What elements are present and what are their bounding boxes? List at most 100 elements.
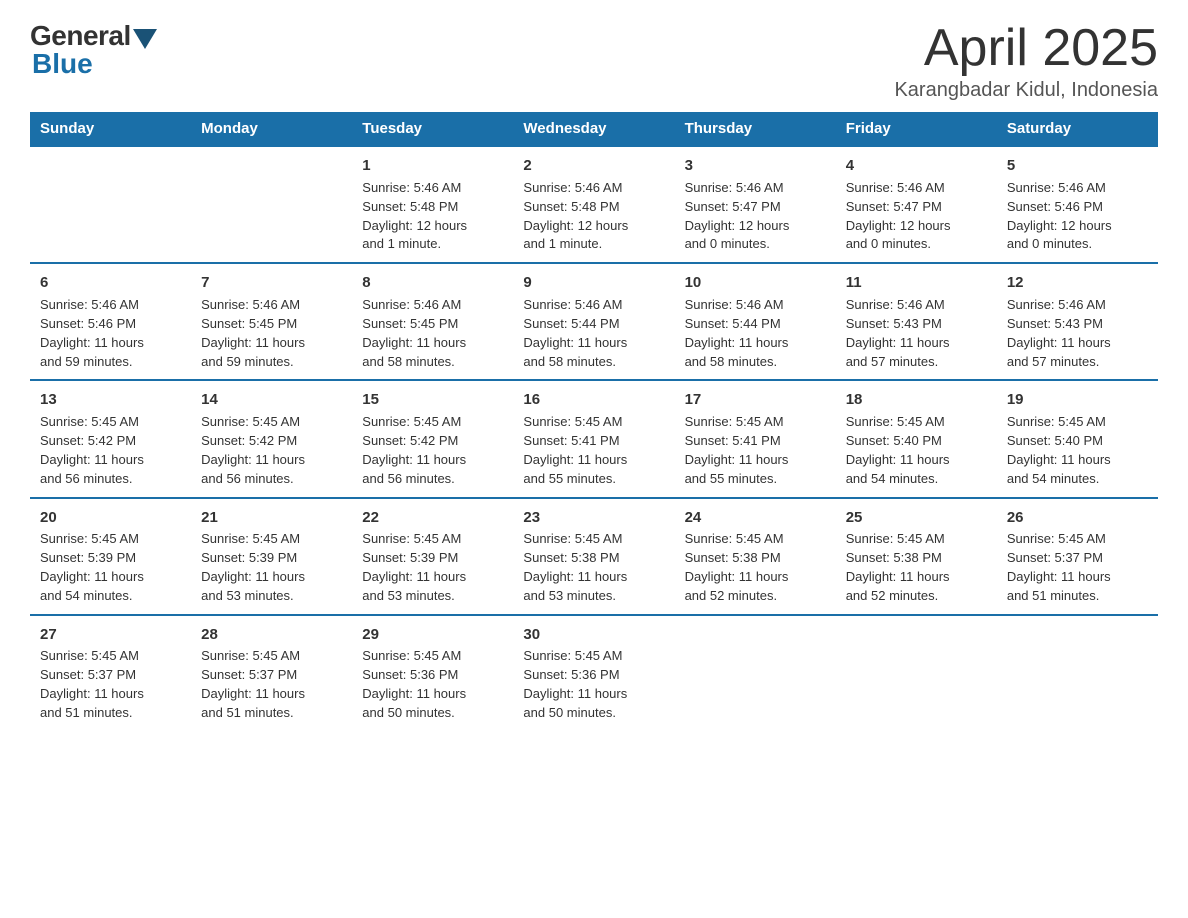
day-info-line: Sunrise: 5:46 AM bbox=[685, 179, 826, 198]
day-info-line: Daylight: 11 hours bbox=[40, 334, 181, 353]
calendar-header-row: SundayMondayTuesdayWednesdayThursdayFrid… bbox=[30, 112, 1158, 146]
calendar-week-row: 1Sunrise: 5:46 AMSunset: 5:48 PMDaylight… bbox=[30, 146, 1158, 263]
calendar-empty-cell bbox=[675, 615, 836, 731]
day-info-line: Sunset: 5:42 PM bbox=[201, 432, 342, 451]
day-info-line: Daylight: 11 hours bbox=[1007, 568, 1148, 587]
weekday-header-saturday: Saturday bbox=[997, 112, 1158, 146]
day-info-line: Sunrise: 5:45 AM bbox=[362, 530, 503, 549]
day-number: 13 bbox=[40, 389, 181, 411]
calendar-day-21: 21Sunrise: 5:45 AMSunset: 5:39 PMDayligh… bbox=[191, 498, 352, 615]
calendar-day-10: 10Sunrise: 5:46 AMSunset: 5:44 PMDayligh… bbox=[675, 263, 836, 380]
day-info-line: Daylight: 11 hours bbox=[523, 451, 664, 470]
day-info-line: Sunset: 5:46 PM bbox=[40, 315, 181, 334]
day-number: 17 bbox=[685, 389, 826, 411]
day-info-line: and 53 minutes. bbox=[523, 587, 664, 606]
day-info-line: Sunrise: 5:45 AM bbox=[685, 530, 826, 549]
day-info-line: and 53 minutes. bbox=[201, 587, 342, 606]
day-info-line: Daylight: 11 hours bbox=[685, 451, 826, 470]
day-info-line: and 54 minutes. bbox=[846, 470, 987, 489]
calendar-day-4: 4Sunrise: 5:46 AMSunset: 5:47 PMDaylight… bbox=[836, 146, 997, 263]
day-info-line: and 51 minutes. bbox=[40, 704, 181, 723]
day-info-line: Sunset: 5:36 PM bbox=[362, 666, 503, 685]
day-info-line: Sunset: 5:45 PM bbox=[362, 315, 503, 334]
day-info-line: Daylight: 11 hours bbox=[846, 568, 987, 587]
day-info-line: Daylight: 12 hours bbox=[362, 217, 503, 236]
day-info-line: and 54 minutes. bbox=[40, 587, 181, 606]
day-number: 29 bbox=[362, 624, 503, 646]
day-info-line: Sunrise: 5:46 AM bbox=[1007, 296, 1148, 315]
calendar-day-13: 13Sunrise: 5:45 AMSunset: 5:42 PMDayligh… bbox=[30, 380, 191, 497]
day-number: 12 bbox=[1007, 272, 1148, 294]
day-number: 27 bbox=[40, 624, 181, 646]
day-info-line: Sunrise: 5:46 AM bbox=[1007, 179, 1148, 198]
day-info-line: Daylight: 11 hours bbox=[201, 451, 342, 470]
day-number: 4 bbox=[846, 155, 987, 177]
calendar-day-20: 20Sunrise: 5:45 AMSunset: 5:39 PMDayligh… bbox=[30, 498, 191, 615]
day-info-line: and 0 minutes. bbox=[1007, 235, 1148, 254]
day-info-line: and 1 minute. bbox=[523, 235, 664, 254]
day-info-line: Daylight: 11 hours bbox=[523, 334, 664, 353]
calendar-week-row: 27Sunrise: 5:45 AMSunset: 5:37 PMDayligh… bbox=[30, 615, 1158, 731]
day-info-line: Sunset: 5:37 PM bbox=[40, 666, 181, 685]
day-info-line: and 54 minutes. bbox=[1007, 470, 1148, 489]
day-info-line: Sunrise: 5:46 AM bbox=[523, 179, 664, 198]
day-info-line: Sunrise: 5:45 AM bbox=[201, 647, 342, 666]
calendar-day-12: 12 Sunrise: 5:46 AMSunset: 5:43 PMDayligh… bbox=[997, 263, 1158, 380]
day-info-line: Daylight: 11 hours bbox=[846, 451, 987, 470]
day-info-line: Sunset: 5:47 PM bbox=[846, 198, 987, 217]
day-number: 1 bbox=[362, 155, 503, 177]
day-info-line: Daylight: 11 hours bbox=[1007, 334, 1148, 353]
day-info-line: Sunrise: 5:45 AM bbox=[40, 530, 181, 549]
day-info-line: Sunset: 5:40 PM bbox=[846, 432, 987, 451]
day-number: 2 bbox=[523, 155, 664, 177]
day-info-line: Sunrise: 5:45 AM bbox=[846, 530, 987, 549]
day-number: 14 bbox=[201, 389, 342, 411]
day-number: 18 bbox=[846, 389, 987, 411]
day-info-line: Sunset: 5:41 PM bbox=[685, 432, 826, 451]
day-info-line: Daylight: 12 hours bbox=[1007, 217, 1148, 236]
day-info-line: Sunrise: 5:45 AM bbox=[362, 647, 503, 666]
day-number: 22 bbox=[362, 507, 503, 529]
calendar-week-row: 20Sunrise: 5:45 AMSunset: 5:39 PMDayligh… bbox=[30, 498, 1158, 615]
calendar-day-19: 19Sunrise: 5:45 AMSunset: 5:40 PMDayligh… bbox=[997, 380, 1158, 497]
day-number: 8 bbox=[362, 272, 503, 294]
day-info-line: Sunset: 5:39 PM bbox=[201, 549, 342, 568]
day-number: 6 bbox=[40, 272, 181, 294]
logo: General Blue bbox=[30, 20, 157, 80]
calendar-day-25: 25Sunrise: 5:45 AMSunset: 5:38 PMDayligh… bbox=[836, 498, 997, 615]
calendar-day-7: 7Sunrise: 5:46 AMSunset: 5:45 PMDaylight… bbox=[191, 263, 352, 380]
weekday-header-friday: Friday bbox=[836, 112, 997, 146]
calendar-week-row: 13Sunrise: 5:45 AMSunset: 5:42 PMDayligh… bbox=[30, 380, 1158, 497]
day-info-line: Sunset: 5:43 PM bbox=[1007, 315, 1148, 334]
day-info-line: Sunrise: 5:46 AM bbox=[846, 296, 987, 315]
day-info-line: Sunset: 5:37 PM bbox=[201, 666, 342, 685]
day-number: 28 bbox=[201, 624, 342, 646]
day-info-line: Sunrise: 5:45 AM bbox=[40, 413, 181, 432]
day-info-line: Sunrise: 5:45 AM bbox=[201, 530, 342, 549]
day-info-line: Sunrise: 5:46 AM bbox=[201, 296, 342, 315]
day-info-line: Sunset: 5:41 PM bbox=[523, 432, 664, 451]
day-info-line: Sunrise: 5:45 AM bbox=[1007, 530, 1148, 549]
day-info-line: Daylight: 11 hours bbox=[685, 568, 826, 587]
day-info-line: and 58 minutes. bbox=[523, 353, 664, 372]
day-info-line: and 52 minutes. bbox=[685, 587, 826, 606]
day-info-line: and 58 minutes. bbox=[685, 353, 826, 372]
day-info-line: Sunrise: 5:46 AM bbox=[40, 296, 181, 315]
weekday-header-wednesday: Wednesday bbox=[513, 112, 674, 146]
logo-blue-text: Blue bbox=[32, 48, 93, 80]
calendar-empty-cell bbox=[997, 615, 1158, 731]
day-info-line: and 1 minute. bbox=[362, 235, 503, 254]
calendar-day-17: 17Sunrise: 5:45 AMSunset: 5:41 PMDayligh… bbox=[675, 380, 836, 497]
calendar-day-18: 18Sunrise: 5:45 AMSunset: 5:40 PMDayligh… bbox=[836, 380, 997, 497]
day-info-line: Sunset: 5:48 PM bbox=[523, 198, 664, 217]
day-number: 25 bbox=[846, 507, 987, 529]
day-number: 11 bbox=[846, 272, 987, 294]
calendar-day-29: 29Sunrise: 5:45 AMSunset: 5:36 PMDayligh… bbox=[352, 615, 513, 731]
day-number: 7 bbox=[201, 272, 342, 294]
day-number: 21 bbox=[201, 507, 342, 529]
day-number: 16 bbox=[523, 389, 664, 411]
calendar-day-9: 9Sunrise: 5:46 AMSunset: 5:44 PMDaylight… bbox=[513, 263, 674, 380]
calendar-day-30: 30Sunrise: 5:45 AMSunset: 5:36 PMDayligh… bbox=[513, 615, 674, 731]
calendar-day-22: 22Sunrise: 5:45 AMSunset: 5:39 PMDayligh… bbox=[352, 498, 513, 615]
day-info-line: Sunset: 5:43 PM bbox=[846, 315, 987, 334]
